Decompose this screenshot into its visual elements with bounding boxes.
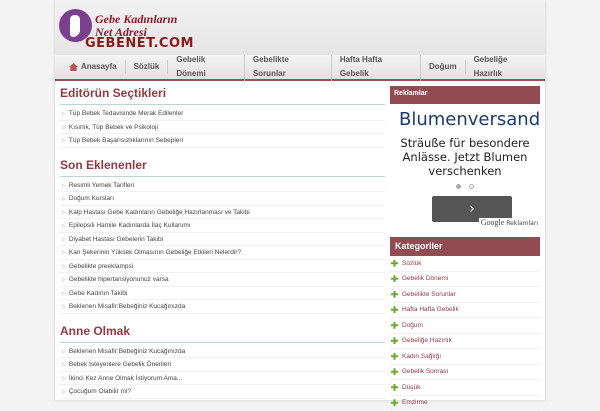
article-link[interactable]: Gebelikte preeklampsi: [60, 260, 385, 274]
nav-label: Anasayfa: [81, 60, 117, 74]
nav-gebelikte-sorunlar[interactable]: Gebelikte Sorunlar: [245, 53, 332, 81]
sidebar: Reklamlar Blumenversand Sträuße für beso…: [390, 86, 540, 411]
section: Anne OlmakBeklenen Misafir:Bebeğiniz Kuc…: [60, 323, 385, 399]
header: Gebe Kadınların Net Adresi GEBENET.COM: [55, 0, 545, 55]
article-link[interactable]: Kısırlık, Tüp Bebek ve Psikoloji: [60, 121, 385, 135]
category-item[interactable]: Kadın Sağlığı: [390, 349, 540, 365]
article-link[interactable]: Kan Şekerinin Yüksek Olmasının Gebeliğe …: [60, 246, 385, 260]
section-title: Anne Olmak: [60, 323, 385, 343]
ads-label: Reklamları: [506, 220, 538, 227]
plus-icon: [391, 399, 398, 406]
plus-icon: [391, 306, 398, 313]
pager-dot[interactable]: [469, 184, 474, 189]
plus-icon: [391, 322, 398, 329]
category-label: Hafta Hafta Gebelik: [402, 302, 459, 318]
article-list: Tüp Bebek Tedavisinde Merak EdilenlerKıs…: [60, 107, 385, 148]
plus-icon: [391, 337, 398, 344]
plus-icon: [391, 275, 398, 282]
category-item[interactable]: Gebelikte Sorunlar: [390, 287, 540, 303]
logo-name: GEBENET.COM: [85, 36, 194, 51]
article-link[interactable]: Diyabet Hastası Gebelerin Takibi: [60, 233, 385, 247]
category-label: Gebelik Dönemi: [402, 271, 448, 287]
category-label: Doğum: [402, 318, 423, 334]
category-label: Kadın Sağlığı: [402, 349, 441, 365]
google-logo: Google: [481, 218, 505, 227]
article-link[interactable]: Tüp Bebek Başarısızlıklarının Sebepleri: [60, 134, 385, 148]
category-label: Emzirme: [402, 395, 428, 411]
category-label: Gebelikte Sorunlar: [402, 287, 456, 303]
main-content: Editörün SeçtikleriTüp Bebek Tedavisinde…: [60, 85, 385, 408]
category-label: Gebeliğe Hazırlık: [402, 333, 452, 349]
article-link[interactable]: Resimli Yemek Tarifleri: [60, 179, 385, 193]
ad-description: Sträuße für besondere Anlässe. Jetzt Blu…: [390, 136, 540, 178]
section: Editörün SeçtikleriTüp Bebek Tedavisinde…: [60, 85, 385, 148]
article-list: Beklenen Misafir:Bebeğiniz KucağınızdaBe…: [60, 345, 385, 399]
ads-header: Reklamlar: [390, 86, 540, 104]
article-link[interactable]: Beklenen Misafir:Bebeğiniz Kucağınızda: [60, 300, 385, 314]
nav-dogum[interactable]: Doğum: [421, 60, 466, 74]
category-item[interactable]: Sözlük: [390, 256, 540, 272]
plus-icon: [391, 384, 398, 391]
section-title: Son Eklenenler: [60, 157, 385, 177]
category-item[interactable]: Düşük: [390, 380, 540, 396]
article-link[interactable]: Epilepsili Hamile Kadınlarda İlaç Kullan…: [60, 219, 385, 233]
plus-icon: [391, 353, 398, 360]
article-link[interactable]: Bebek İsteyenlere Gebelik Önerileri: [60, 358, 385, 372]
article-link[interactable]: Gebelikte hipertansiyonunuz varsa: [60, 273, 385, 287]
pager-dot[interactable]: [456, 184, 461, 189]
category-list: SözlükGebelik DönemiGebelikte SorunlarHa…: [390, 256, 540, 411]
article-link[interactable]: Kalp Hastası Gebe Kadınların Gebeliğe Ha…: [60, 206, 385, 220]
category-item[interactable]: Hafta Hafta Gebelik: [390, 303, 540, 319]
main-nav: Anasayfa Sözlük Gebelik Dönemi Gebelikte…: [55, 55, 545, 81]
category-label: Düşük: [402, 380, 420, 396]
section: Son EklenenlerResimli Yemek TarifleriDoğ…: [60, 157, 385, 314]
plus-icon: [391, 291, 398, 298]
nav-home[interactable]: Anasayfa: [61, 60, 126, 74]
article-link[interactable]: Beklenen Misafir:Bebeğiniz Kucağınızda: [60, 345, 385, 359]
category-item[interactable]: Doğum: [390, 318, 540, 334]
article-link[interactable]: Çocuğum Olabilir mi?: [60, 385, 385, 399]
page: Gebe Kadınların Net Adresi GEBENET.COM A…: [55, 0, 545, 400]
google-ads-label[interactable]: Google Reklamları: [479, 218, 540, 229]
plus-icon: [391, 368, 398, 375]
category-item[interactable]: Gebeliğe Hazırlık: [390, 334, 540, 350]
ad-block[interactable]: Blumenversand Sträuße für besondere Anlä…: [390, 104, 540, 233]
article-link[interactable]: Doğum Kursları: [60, 192, 385, 206]
nav-gebelige-hazirlik[interactable]: Gebeliğe Hazırlık: [466, 53, 545, 81]
category-label: Gebelik Sonrası: [402, 364, 448, 380]
article-link[interactable]: İkinci Kez Anne Olmak İstiyorum Ama...: [60, 372, 385, 386]
categories-header: Kategoriler: [390, 237, 540, 256]
nav-sozluk[interactable]: Sözlük: [126, 60, 169, 74]
category-label: Sözlük: [402, 256, 422, 272]
plus-icon: [391, 260, 398, 267]
ad-pager: [390, 184, 540, 189]
home-icon: [69, 63, 78, 71]
article-link[interactable]: Gebe Kadının Takibi: [60, 287, 385, 301]
article-link[interactable]: Tüp Bebek Tedavisinde Merak Edilenler: [60, 107, 385, 121]
nav-hafta-hafta[interactable]: Hafta Hafta Gebelik: [332, 53, 421, 81]
article-list: Resimli Yemek TarifleriDoğum KurslarıKal…: [60, 179, 385, 314]
category-item[interactable]: Emzirme: [390, 396, 540, 411]
ad-title[interactable]: Blumenversand: [390, 109, 540, 130]
category-item[interactable]: Gebelik Dönemi: [390, 272, 540, 288]
section-title: Editörün Seçtikleri: [60, 85, 385, 105]
nav-gebelik-donemi[interactable]: Gebelik Dönemi: [168, 53, 244, 81]
category-item[interactable]: Gebelik Sonrası: [390, 365, 540, 381]
